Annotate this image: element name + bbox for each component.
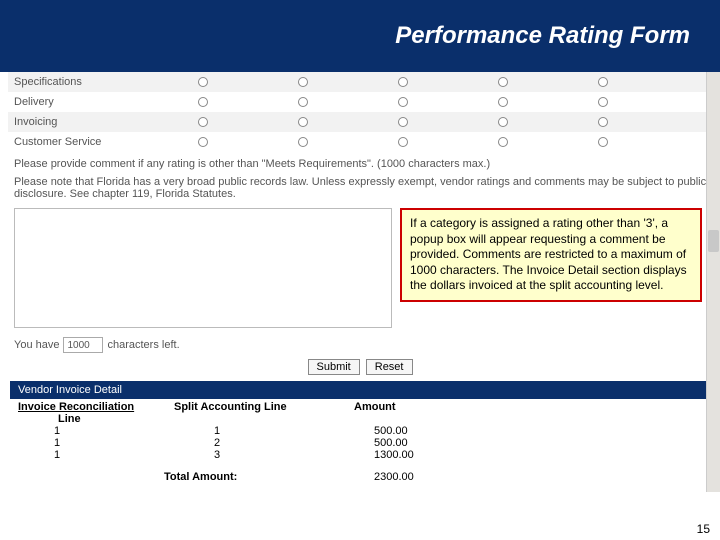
- cell-split: 1: [174, 425, 354, 437]
- cell-line: 1: [14, 425, 174, 437]
- col-line: Line: [18, 413, 81, 425]
- radio-option[interactable]: [398, 137, 408, 147]
- rating-label: Delivery: [8, 96, 178, 108]
- cell-amount: 1300.00: [354, 449, 454, 461]
- chars-prefix: You have: [14, 339, 59, 351]
- radio-option[interactable]: [498, 77, 508, 87]
- form-content: Specifications Delivery Invoicing: [0, 72, 720, 483]
- col-invoice-reconciliation: Invoice Reconciliation: [18, 401, 134, 413]
- rating-label: Invoicing: [8, 116, 178, 128]
- radio-option[interactable]: [298, 117, 308, 127]
- radio-option[interactable]: [498, 137, 508, 147]
- table-row: 1 3 1300.00: [14, 449, 594, 461]
- radio-option[interactable]: [498, 117, 508, 127]
- page-number: 15: [697, 522, 710, 536]
- rating-row-customer-service: Customer Service: [8, 132, 708, 152]
- radio-option[interactable]: [298, 97, 308, 107]
- table-row: 1 2 500.00: [14, 437, 594, 449]
- radio-option[interactable]: [498, 97, 508, 107]
- radio-option[interactable]: [298, 137, 308, 147]
- instruction-comment: Please provide comment if any rating is …: [14, 158, 712, 170]
- radio-option[interactable]: [298, 77, 308, 87]
- radio-option[interactable]: [598, 77, 608, 87]
- total-value: 2300.00: [354, 471, 454, 483]
- rating-table: Specifications Delivery Invoicing: [8, 72, 708, 152]
- cell-line: 1: [14, 449, 174, 461]
- rating-row-specifications: Specifications: [8, 72, 708, 92]
- reset-button[interactable]: Reset: [366, 359, 413, 375]
- radio-option[interactable]: [598, 137, 608, 147]
- radio-option[interactable]: [398, 77, 408, 87]
- radio-option[interactable]: [198, 77, 208, 87]
- radio-option[interactable]: [198, 137, 208, 147]
- submit-button[interactable]: Submit: [308, 359, 360, 375]
- radio-option[interactable]: [398, 97, 408, 107]
- cell-split: 2: [174, 437, 354, 449]
- rating-label: Specifications: [8, 76, 178, 88]
- radio-option[interactable]: [598, 117, 608, 127]
- vertical-scrollbar[interactable]: [706, 72, 720, 492]
- slide-header: Performance Rating Form: [0, 0, 720, 72]
- chars-count-box: 1000: [63, 337, 103, 353]
- rating-label: Customer Service: [8, 136, 178, 148]
- radio-option[interactable]: [398, 117, 408, 127]
- total-label: Total Amount:: [14, 471, 354, 483]
- radio-option[interactable]: [198, 97, 208, 107]
- comment-textarea[interactable]: [14, 208, 392, 328]
- col-split-accounting: Split Accounting Line: [174, 401, 354, 425]
- instruction-public-records: Please note that Florida has a very broa…: [14, 176, 712, 200]
- cell-amount: 500.00: [354, 425, 454, 437]
- col-amount: Amount: [354, 401, 454, 425]
- table-row: 1 1 500.00: [14, 425, 594, 437]
- scrollbar-thumb[interactable]: [708, 230, 719, 252]
- callout-box: If a category is assigned a rating other…: [400, 208, 702, 302]
- cell-split: 3: [174, 449, 354, 461]
- cell-line: 1: [14, 437, 174, 449]
- chars-suffix: characters left.: [107, 339, 179, 351]
- button-row: Submit Reset: [0, 359, 720, 375]
- cell-amount: 500.00: [354, 437, 454, 449]
- page-title: Performance Rating Form: [395, 22, 690, 50]
- radio-option[interactable]: [198, 117, 208, 127]
- invoice-section-header: Vendor Invoice Detail: [10, 381, 708, 399]
- rating-row-delivery: Delivery: [8, 92, 708, 112]
- invoice-table-header: Invoice Reconciliation Line Split Accoun…: [14, 401, 594, 425]
- characters-left: You have 1000 characters left.: [14, 337, 720, 353]
- invoice-table: Invoice Reconciliation Line Split Accoun…: [14, 401, 594, 483]
- radio-option[interactable]: [598, 97, 608, 107]
- invoice-total-row: Total Amount: 2300.00: [14, 471, 594, 483]
- rating-row-invoicing: Invoicing: [8, 112, 708, 132]
